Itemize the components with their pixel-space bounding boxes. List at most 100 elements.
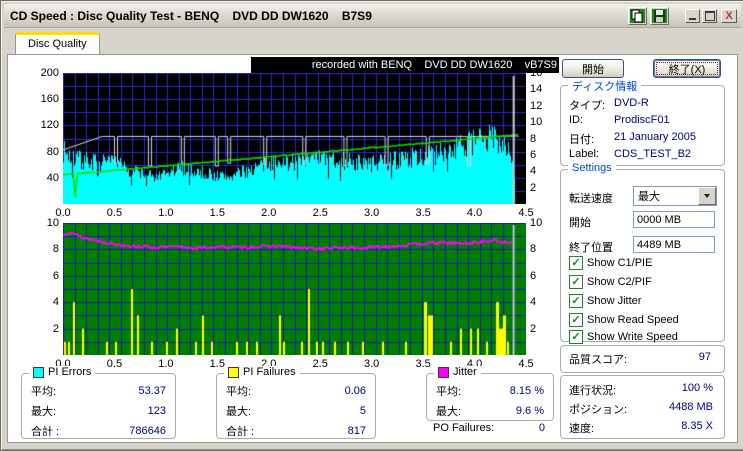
axis-tick-label: 2.5: [312, 207, 328, 219]
titlebar[interactable]: CD Speed : Disc Quality Test - BENQ DVD …: [4, 4, 741, 28]
axis-tick-label: 4: [52, 296, 59, 309]
axis-tick-label: 8: [530, 243, 537, 256]
exit-button[interactable]: 終了(X): [653, 59, 721, 78]
copy-icon[interactable]: [628, 6, 647, 25]
window-title: CD Speed : Disc Quality Test - BENQ DVD …: [10, 8, 372, 23]
axis-tick-label: 4: [530, 296, 537, 309]
checkbox-show-c1-pie[interactable]: ✓ Show C1/PIE: [569, 256, 652, 270]
quality-score-label: 品質スコア:: [569, 354, 628, 366]
transfer-speed-value: 最大: [638, 191, 660, 203]
app-window: CD Speed : Disc Quality Test - BENQ DVD …: [0, 0, 743, 451]
checkmark-icon: ✓: [571, 331, 581, 343]
pi-failures-swatch-icon: [228, 366, 239, 378]
axis-tick-label: 2: [52, 322, 59, 335]
pi-failures-jitter-chart: [63, 223, 526, 355]
axis-tick-label: 160: [40, 93, 59, 106]
checkbox-show-write-speed[interactable]: ✓ Show Write Speed: [569, 330, 678, 344]
pi-errors-speed-chart: [63, 73, 526, 204]
progress-value: 100 %: [681, 382, 713, 394]
checkbox-show-jitter[interactable]: ✓ Show Jitter: [569, 294, 641, 308]
speed-value: 8.35 X: [681, 420, 713, 432]
stat-row: 合計 :786646: [31, 425, 166, 438]
disc-id-value: ProdiscF01: [614, 114, 670, 126]
checkmark-icon: ✓: [571, 295, 581, 307]
minimize-button[interactable]: [685, 8, 700, 23]
transfer-speed-label: 転送速度: [569, 193, 613, 205]
settings-title: Settings: [568, 162, 616, 174]
checkbox-box: ✓: [569, 294, 583, 308]
axis-tick-label: 3.5: [415, 207, 431, 219]
checkbox-box: ✓: [569, 256, 583, 270]
axis-tick-label: 0.5: [106, 207, 123, 219]
start-position-input[interactable]: [633, 211, 715, 228]
checkmark-icon: ✓: [571, 257, 581, 269]
save-icon-glyph: [652, 8, 667, 23]
po-failures-row: PO Failures: 0: [433, 422, 545, 434]
axis-tick-label: 2.5: [312, 358, 328, 370]
end-position-input[interactable]: [633, 236, 715, 253]
tab-disc-quality[interactable]: Disc Quality: [15, 32, 100, 54]
disc-type-value: DVD-R: [614, 97, 649, 109]
axis-tick-label: 1.0: [158, 358, 174, 370]
axis-tick-label: 40: [46, 171, 59, 184]
axis-tick-label: 3.0: [364, 358, 380, 370]
pi-errors-stats-box: PI Errors 平均: 53.37 最大: 123 合計 :786646: [21, 366, 176, 439]
axis-tick-label: 4.5: [518, 358, 534, 370]
axis-tick-label: 2.0: [261, 207, 277, 219]
disc-date-label: 日付:: [569, 134, 595, 146]
position-label: ポジション:: [569, 404, 628, 416]
pi-errors-legend-title: PI Errors: [48, 366, 92, 378]
maximize-button[interactable]: [702, 8, 717, 23]
save-icon[interactable]: [650, 6, 669, 25]
axis-tick-label: 8: [530, 132, 537, 145]
checkbox-show-c2-pif[interactable]: ✓ Show C2/PIF: [569, 275, 652, 289]
disc-info-title: ディスク情報: [568, 78, 642, 94]
maximize-icon: [704, 10, 715, 21]
axis-tick-label: 8: [52, 243, 59, 256]
transfer-speed-select[interactable]: 最大: [633, 186, 717, 206]
speed-label: 速度:: [569, 423, 595, 435]
axis-tick-label: 1.5: [209, 207, 225, 219]
axis-tick-label: 6: [530, 269, 537, 282]
close-icon: X: [725, 9, 733, 22]
disc-label-label: Label:: [569, 148, 599, 160]
jitter-legend-title: Jitter: [453, 366, 477, 378]
disc-id-label: ID:: [569, 114, 584, 126]
stat-row: 平均: 8.15 %: [436, 385, 544, 398]
copy-icon-glyph: [630, 8, 645, 23]
start-button[interactable]: 開始: [562, 59, 624, 78]
start-position-label: 開始: [569, 217, 591, 229]
stat-row: 平均: 0.06: [226, 385, 366, 398]
axis-tick-label: 14: [530, 83, 543, 96]
stat-row: 最大: 123: [31, 405, 166, 418]
checkbox-box: ✓: [569, 330, 583, 344]
po-failures-label: PO Failures:: [433, 422, 495, 434]
checkbox-box: ✓: [569, 313, 583, 327]
po-failures-value: 0: [538, 422, 545, 434]
disc-date-value: 21 January 2005: [614, 131, 696, 143]
chevron-down-icon: [704, 194, 710, 198]
jitter-swatch-icon: [438, 366, 449, 378]
checkmark-icon: ✓: [571, 276, 581, 288]
stat-row: 最大: 5: [226, 405, 366, 418]
stat-row: 最大: 9.6 %: [436, 405, 544, 418]
stat-row: 合計 :817: [226, 425, 366, 438]
disc-label-value: CDS_TEST_B2: [614, 148, 692, 160]
axis-tick-label: 80: [46, 145, 59, 158]
axis-tick-label: 1.0: [158, 207, 174, 219]
position-value: 4488 MB: [668, 401, 713, 413]
axis-tick-label: 16: [530, 67, 543, 79]
disc-type-label: タイプ:: [569, 100, 606, 112]
axis-tick-label: 3.0: [364, 207, 380, 219]
axis-tick-label: 10: [46, 217, 59, 229]
close-button[interactable]: X: [721, 8, 737, 23]
pi-errors-swatch-icon: [33, 366, 44, 378]
checkbox-show-read-speed[interactable]: ✓ Show Read Speed: [569, 313, 679, 327]
pi-failures-stats-box: PI Failures 平均: 0.06 最大: 5 合計 :817: [216, 366, 376, 439]
checkmark-icon: ✓: [571, 314, 581, 326]
stat-row: 平均: 53.37: [31, 385, 166, 398]
progress-label: 進行状況:: [569, 385, 617, 397]
axis-tick-label: 10: [530, 217, 543, 229]
combo-dropdown-button[interactable]: [698, 187, 716, 205]
axis-tick-label: 120: [40, 119, 59, 132]
